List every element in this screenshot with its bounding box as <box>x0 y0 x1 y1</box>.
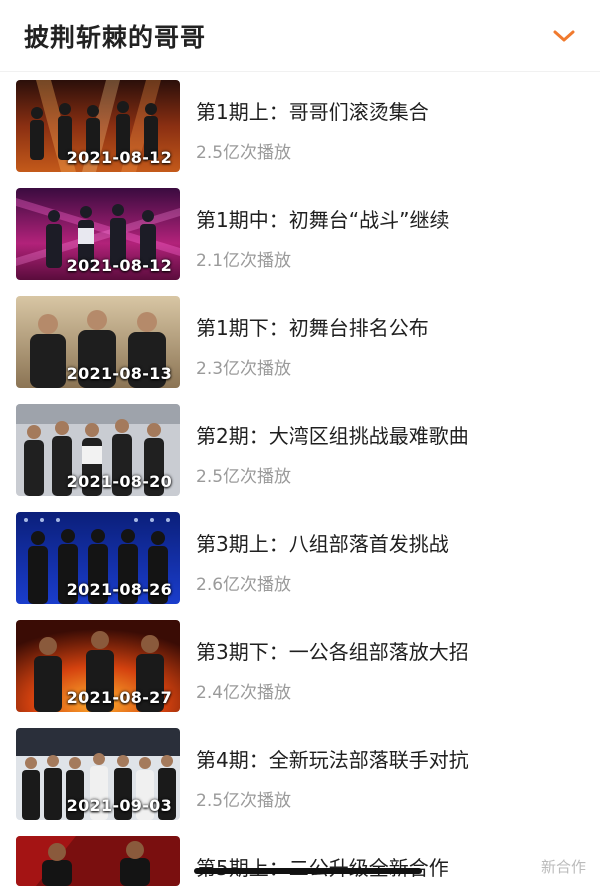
home-indicator[interactable] <box>194 868 422 874</box>
list-item[interactable]: 2021-08-13 第1期下：初舞台排名公布 2.3亿次播放 <box>0 296 600 390</box>
list-item[interactable]: 第5期上：二公升级全新合作 <box>0 836 600 886</box>
watermark: 新合作 <box>540 858 586 876</box>
episode-date: 2021-08-13 <box>66 364 172 383</box>
episode-thumbnail: 2021-08-20 <box>16 404 180 496</box>
play-count: 2.5亿次播放 <box>196 791 292 811</box>
play-count: 2.3亿次播放 <box>196 359 292 379</box>
list-item[interactable]: 2021-08-27 第3期下：一公各组部落放大招 2.4亿次播放 <box>0 620 600 714</box>
episode-thumbnail: 2021-08-12 <box>16 188 180 280</box>
episode-thumbnail <box>16 836 180 886</box>
list-item[interactable]: 2021-08-12 第1期上：哥哥们滚烫集合 2.5亿次播放 <box>0 80 600 174</box>
play-count: 2.6亿次播放 <box>196 575 292 595</box>
episode-date: 2021-08-12 <box>66 148 172 167</box>
episode-title: 第3期下：一公各组部落放大招 <box>196 640 469 664</box>
episode-title: 第2期：大湾区组挑战最难歌曲 <box>196 424 469 448</box>
episode-title: 第1期下：初舞台排名公布 <box>196 316 429 340</box>
episode-title: 第4期：全新玩法部落联手对抗 <box>196 748 469 772</box>
episode-date: 2021-08-12 <box>66 256 172 275</box>
play-count: 2.5亿次播放 <box>196 143 292 163</box>
episode-date: 2021-08-26 <box>66 580 172 599</box>
episode-title: 第3期上：八组部落首发挑战 <box>196 532 449 556</box>
episode-thumbnail: 2021-08-26 <box>16 512 180 604</box>
episode-thumbnail: 2021-08-27 <box>16 620 180 712</box>
header: 披荆斩棘的哥哥 <box>0 0 600 72</box>
episode-thumbnail: 2021-08-12 <box>16 80 180 172</box>
episode-title: 第1期中：初舞台“战斗”继续 <box>196 208 450 232</box>
list-item[interactable]: 2021-09-03 第4期：全新玩法部落联手对抗 2.5亿次播放 <box>0 728 600 822</box>
list-item[interactable]: 2021-08-12 第1期中：初舞台“战斗”继续 2.1亿次播放 <box>0 188 600 282</box>
list-item[interactable]: 2021-08-26 第3期上：八组部落首发挑战 2.6亿次播放 <box>0 512 600 606</box>
play-count: 2.4亿次播放 <box>196 683 292 703</box>
episode-date: 2021-08-20 <box>66 472 172 491</box>
list-item[interactable]: 2021-08-20 第2期：大湾区组挑战最难歌曲 2.5亿次播放 <box>0 404 600 498</box>
play-count: 2.1亿次播放 <box>196 251 292 271</box>
episode-date: 2021-09-03 <box>66 796 172 815</box>
episode-date: 2021-08-27 <box>66 688 172 707</box>
episode-thumbnail: 2021-08-13 <box>16 296 180 388</box>
play-count: 2.5亿次播放 <box>196 467 292 487</box>
episode-title: 第5期上：二公升级全新合作 <box>196 852 586 881</box>
chevron-down-icon[interactable] <box>552 24 576 48</box>
episode-title: 第1期上：哥哥们滚烫集合 <box>196 100 429 124</box>
episode-thumbnail: 2021-09-03 <box>16 728 180 820</box>
page-title: 披荆斩棘的哥哥 <box>24 22 207 52</box>
